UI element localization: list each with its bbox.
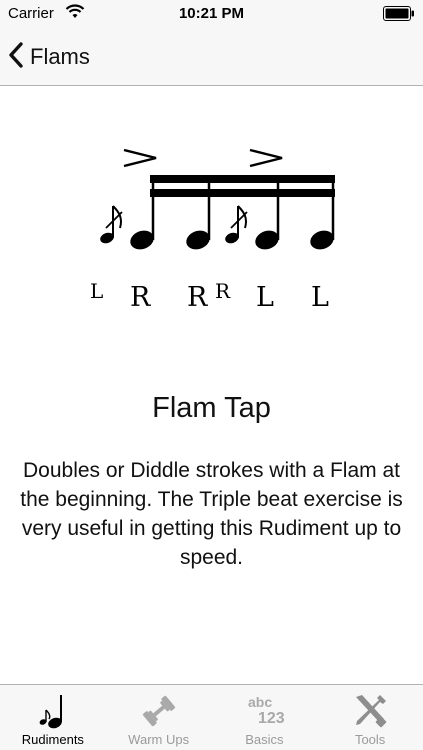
tab-basics[interactable]: abc 123 Basics [212,685,318,750]
battery-icon [383,6,415,25]
grace-note [100,205,123,244]
sticking-letter: L [90,279,103,303]
rudiment-description: Doubles or Diddle strokes with a Flam at… [20,459,403,569]
rudiment-detail: L R R R L L Flam Tap Doubles or Diddle s… [0,86,423,684]
back-button[interactable]: Flams [8,40,90,74]
chevron-left-icon [8,41,24,73]
tab-bar: Rudiments Warm Ups abc 123 Basics Tools [0,684,423,750]
grace-note [225,205,248,244]
tab-warm-ups[interactable]: Warm Ups [106,685,212,750]
dumbbell-icon [106,691,212,731]
sticking-letter: L [256,282,274,313]
svg-text:abc: abc [248,694,272,710]
navigation-bar: Flams [0,28,423,86]
status-bar: Carrier 10:21 PM [0,0,423,28]
tab-rudiments[interactable]: Rudiments [0,685,106,750]
sticking-letter: R [215,279,231,303]
tab-label: Tools [354,732,386,747]
tab-label: Rudiments [21,732,84,747]
tab-label: Basics [245,732,284,747]
sticking-letter: R [130,282,151,313]
tools-icon [317,691,423,731]
rudiment-title: Flam Tap [152,392,271,424]
rudiment-notation: L R R R L L [0,136,423,336]
note-beam [150,175,335,183]
sticking-letter: L [311,282,329,313]
tab-label: Warm Ups [128,732,190,747]
abc-123-icon: abc 123 [212,691,318,731]
accent-mark [123,148,157,168]
music-note-icon [0,691,106,731]
sticking-letter: R [187,282,208,313]
accent-mark [249,148,283,168]
tab-tools[interactable]: Tools [317,685,423,750]
svg-text:123: 123 [258,710,285,727]
clock: 10:21 PM [178,5,245,22]
back-button-label: Flams [30,44,90,69]
note-beam [150,189,335,197]
